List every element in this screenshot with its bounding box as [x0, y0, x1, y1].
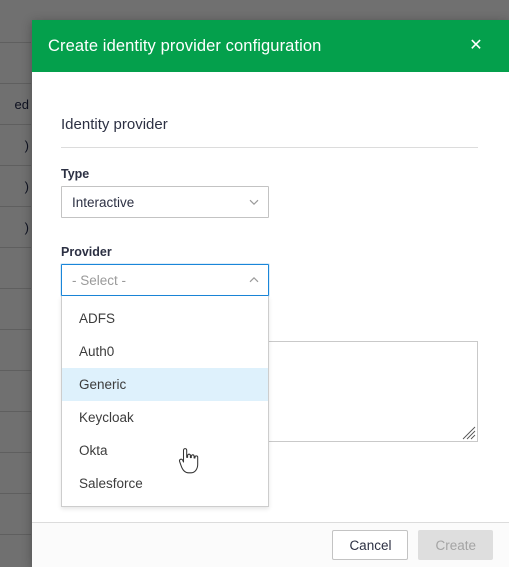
- section-divider: [61, 147, 478, 148]
- provider-option-generic[interactable]: Generic: [62, 368, 268, 401]
- type-select-value: Interactive: [72, 194, 135, 210]
- chevron-up-icon: [248, 274, 260, 286]
- provider-field-label: Provider: [61, 245, 112, 259]
- resize-handle-icon[interactable]: [462, 426, 476, 440]
- provider-select[interactable]: - Select -: [61, 264, 269, 296]
- dialog-header: Create identity provider configuration ✕: [32, 20, 509, 72]
- page-root: ed))) Create identity provider configura…: [0, 0, 509, 567]
- cancel-button[interactable]: Cancel: [332, 530, 409, 560]
- section-heading: Identity provider: [61, 116, 168, 133]
- dialog-title: Create identity provider configuration: [48, 36, 322, 55]
- close-icon[interactable]: ✕: [465, 35, 487, 57]
- provider-dropdown-list[interactable]: ADFS Auth0 Generic Keycloak Okta Salesforce: [61, 296, 269, 507]
- dialog-body: Identity provider Type Interactive Provi…: [32, 72, 509, 522]
- type-field-label: Type: [61, 167, 90, 181]
- create-identity-provider-dialog: Create identity provider configuration ✕…: [32, 20, 509, 567]
- provider-select-value: - Select -: [72, 272, 127, 288]
- notes-textarea[interactable]: [233, 341, 478, 442]
- provider-option-salesforce[interactable]: Salesforce: [62, 467, 268, 500]
- provider-option-okta[interactable]: Okta: [62, 434, 268, 467]
- chevron-down-icon: [248, 196, 260, 208]
- dialog-footer: Cancel Create: [32, 522, 509, 567]
- provider-option-keycloak[interactable]: Keycloak: [62, 401, 268, 434]
- provider-option-adfs[interactable]: ADFS: [62, 302, 268, 335]
- provider-option-auth0[interactable]: Auth0: [62, 335, 268, 368]
- create-button: Create: [418, 530, 493, 560]
- type-select[interactable]: Interactive: [61, 186, 269, 218]
